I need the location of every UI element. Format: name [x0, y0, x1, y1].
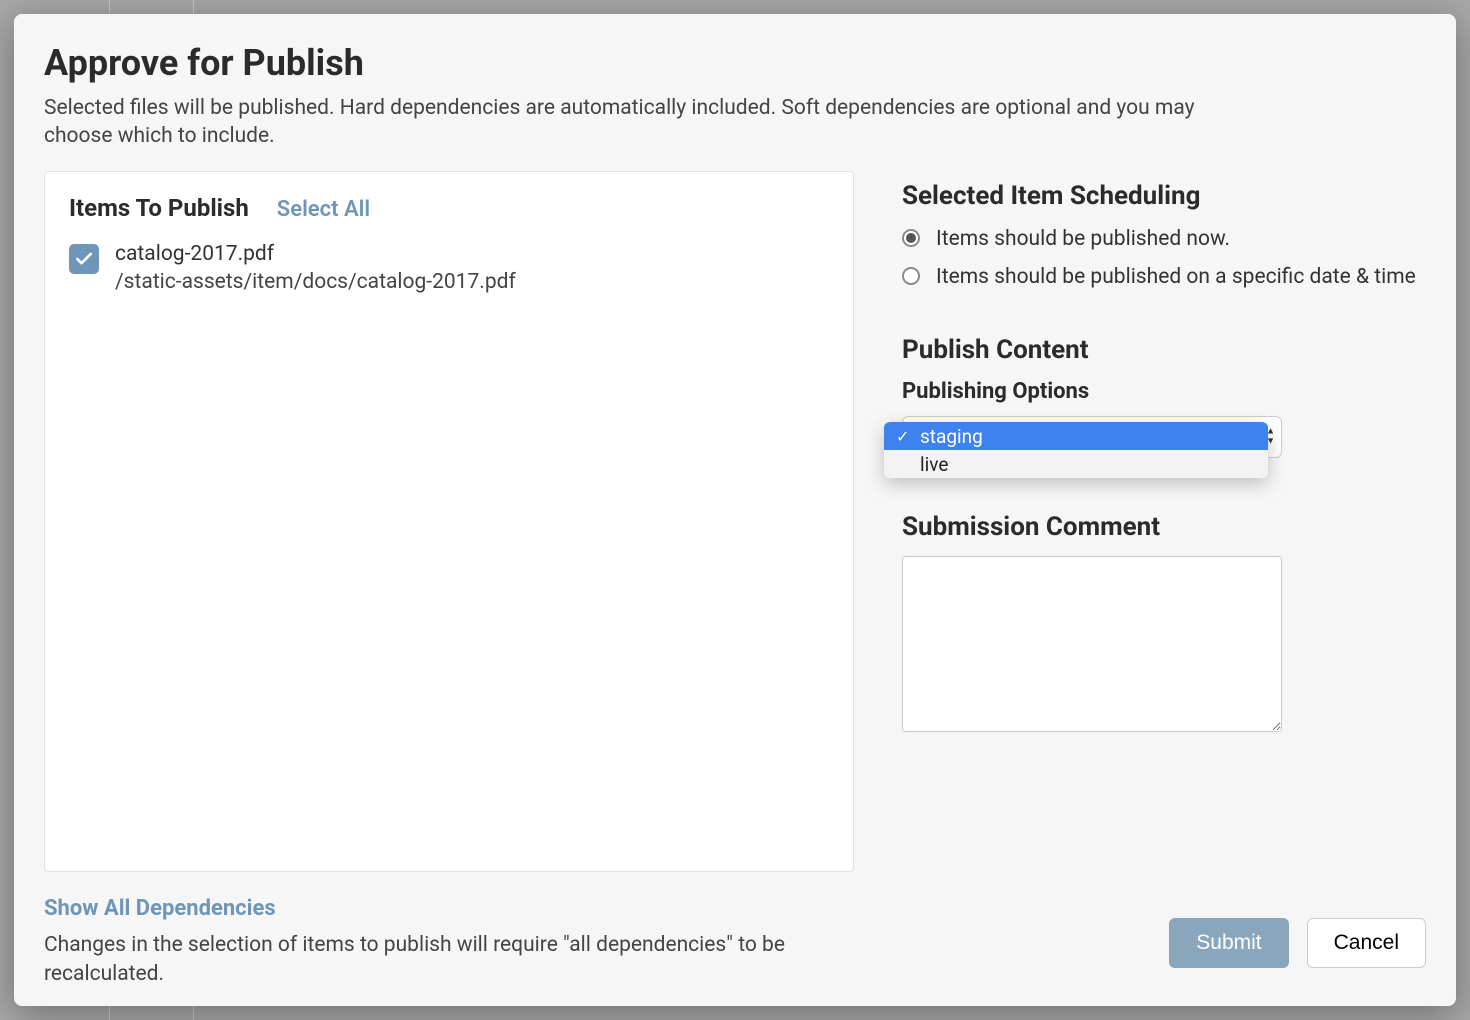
radio-date[interactable]: [902, 267, 920, 285]
publish-item-row: catalog-2017.pdf /static-assets/item/doc…: [69, 240, 829, 297]
right-column: Selected Item Scheduling Items should be…: [902, 171, 1426, 873]
publishing-options-select-wrap: ▲▼ staging live: [902, 416, 1426, 458]
schedule-option-now[interactable]: Items should be published now.: [902, 225, 1426, 253]
submit-button[interactable]: Submit: [1169, 918, 1288, 968]
select-all-link[interactable]: Select All: [277, 197, 370, 222]
publishing-options-label: Publishing Options: [902, 379, 1426, 404]
publish-content-heading: Publish Content: [902, 335, 1426, 365]
dropdown-option-live[interactable]: live: [884, 450, 1268, 478]
radio-now-label: Items should be published now.: [936, 225, 1230, 253]
approve-publish-modal: Approve for Publish Selected files will …: [14, 14, 1456, 1006]
check-icon: [74, 249, 94, 269]
schedule-option-date[interactable]: Items should be published on a specific …: [902, 263, 1426, 291]
show-all-dependencies-link[interactable]: Show All Dependencies: [44, 896, 276, 921]
items-panel: Items To Publish Select All catalog-2017…: [44, 171, 854, 873]
item-name: catalog-2017.pdf: [115, 240, 516, 268]
submission-comment-textarea[interactable]: [902, 556, 1282, 732]
modal-subtitle: Selected files will be published. Hard d…: [44, 94, 1224, 151]
items-heading: Items To Publish: [69, 194, 249, 222]
dependencies-note: Changes in the selection of items to pub…: [44, 931, 824, 988]
item-checkbox[interactable]: [69, 244, 99, 274]
scheduling-heading: Selected Item Scheduling: [902, 181, 1426, 211]
radio-now[interactable]: [902, 229, 920, 247]
item-path: /static-assets/item/docs/catalog-2017.pd…: [115, 268, 516, 296]
radio-date-label: Items should be published on a specific …: [936, 263, 1416, 291]
submission-comment-heading: Submission Comment: [902, 512, 1426, 542]
dropdown-option-staging[interactable]: staging: [884, 422, 1268, 450]
cancel-button[interactable]: Cancel: [1307, 918, 1426, 968]
publishing-options-dropdown: staging live: [884, 422, 1268, 478]
modal-title: Approve for Publish: [44, 42, 1426, 84]
